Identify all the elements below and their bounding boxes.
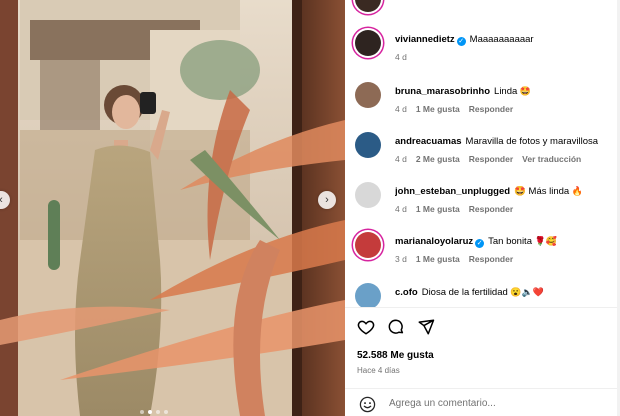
comment-text: Linda (494, 86, 518, 97)
see-translation-button[interactable]: Ver traducción (522, 154, 581, 164)
comment-text: Diosa de la fertilidad (421, 287, 508, 298)
add-comment-bar: Agrega un comentario... (345, 392, 620, 416)
comment-username[interactable]: bruna_marasobrinho (395, 86, 490, 97)
comment-username[interactable]: john_esteban_unplugged (395, 186, 510, 197)
comment-age: 4 d (395, 104, 407, 114)
avatar[interactable] (355, 132, 381, 158)
comment-age: 3 d (395, 254, 407, 264)
comment-likes[interactable]: 1 Me gusta (416, 104, 460, 114)
carousel-dot (164, 410, 168, 414)
comment-icon[interactable] (387, 318, 405, 336)
reply-button[interactable]: Responder (469, 154, 513, 164)
caption-text: Maaaaaaaaaar (469, 34, 534, 45)
carousel-dot (156, 410, 160, 414)
comment-emoji: 🤩 (519, 86, 532, 96)
comment-age: 4 d (395, 204, 407, 214)
heart-icon[interactable] (357, 318, 375, 336)
post-timestamp[interactable]: Hace 4 días (357, 366, 400, 375)
caption-age: 4 d (395, 52, 407, 62)
comment-emoji-prefix: 🤩 (514, 186, 526, 197)
carousel-dot (140, 410, 144, 414)
comment-likes[interactable]: 2 Me gusta (416, 154, 460, 164)
verified-icon: ✓ (456, 37, 466, 46)
comment-username[interactable]: marianaloyolaruz (395, 236, 473, 247)
comment-username[interactable]: andreacuamas (395, 136, 462, 147)
photo-scene (0, 0, 345, 416)
share-icon[interactable] (417, 318, 435, 336)
verified-icon: ✓ (475, 239, 485, 248)
reply-button[interactable]: Responder (469, 104, 513, 114)
post-image[interactable]: ‹ › (0, 0, 345, 416)
smile-icon[interactable] (359, 396, 376, 413)
likes-count[interactable]: 52.588 Me gusta (357, 350, 434, 361)
avatar[interactable] (355, 30, 381, 56)
reply-button[interactable]: Responder (469, 254, 513, 264)
avatar[interactable] (355, 283, 381, 307)
carousel-dots (140, 410, 168, 414)
caption-username[interactable]: viviannedietz (395, 34, 455, 45)
divider (345, 307, 620, 308)
chevron-right-icon[interactable]: › (318, 191, 336, 209)
comment-likes[interactable]: 1 Me gusta (416, 254, 460, 264)
comment-text: Tan bonita (488, 236, 532, 247)
comments-list[interactable]: viviannedietz ✓ Maaaaaaaaaar 4 d bruna_mar… (345, 0, 620, 307)
post-side-panel: viviannedietz ✓ Maaaaaaaaaar 4 d bruna_mar… (345, 0, 620, 416)
avatar[interactable] (355, 82, 381, 108)
divider (345, 388, 620, 389)
avatar[interactable] (355, 182, 381, 208)
comment-emoji: 🔥 (571, 186, 584, 196)
comment-username[interactable]: c.ofo (395, 287, 418, 298)
comment-emoji: 😮🔈❤️ (510, 287, 545, 297)
comment-emoji: 🌹🥰 (534, 236, 558, 246)
comment-likes[interactable]: 1 Me gusta (416, 204, 460, 214)
comment-text: Maravilla de fotos y maravillosa (465, 136, 599, 147)
comment-text: Más linda (528, 186, 570, 197)
comment-age: 4 d (395, 154, 407, 164)
header-avatar[interactable] (355, 0, 381, 12)
reply-button[interactable]: Responder (469, 204, 513, 214)
carousel-dot-active (148, 410, 152, 414)
comment-input[interactable]: Agrega un comentario... (389, 398, 496, 409)
post-actions (357, 318, 435, 336)
avatar[interactable] (355, 232, 381, 258)
